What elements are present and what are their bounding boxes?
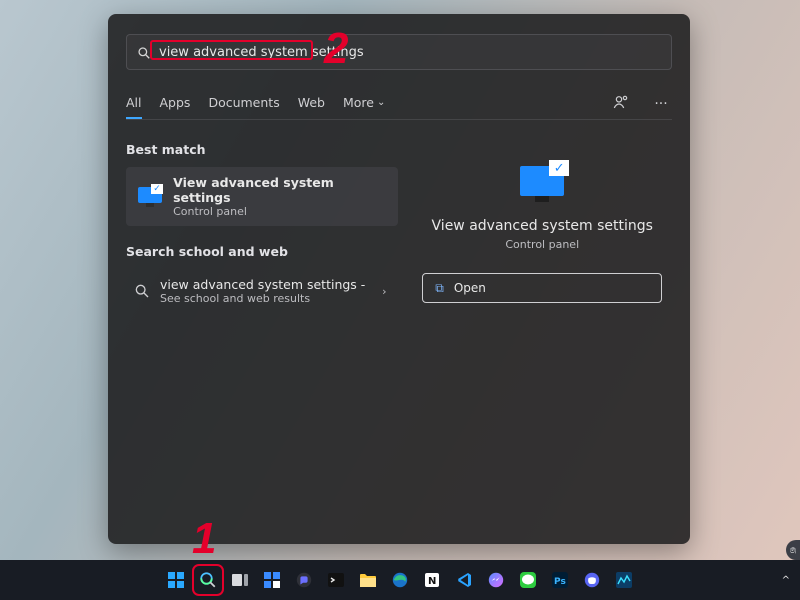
notion-icon[interactable]: N: [419, 567, 445, 593]
account-icon[interactable]: [610, 94, 632, 114]
search-web-label: Search school and web: [126, 244, 398, 259]
discord-sidebar-peek: ෧: [786, 540, 800, 560]
messenger-icon[interactable]: [483, 567, 509, 593]
start-icon[interactable]: [163, 567, 189, 593]
start-search-panel: All Apps Documents Web More ⌄ ··· Best m…: [108, 14, 690, 544]
tab-more-label: More: [343, 95, 374, 110]
system-tray[interactable]: ^: [782, 575, 790, 586]
best-match-subtitle: Control panel: [173, 205, 388, 218]
best-match-result[interactable]: ✓ View advanced system settings Control …: [126, 167, 398, 226]
search-icon: [137, 45, 151, 59]
taskbar: N Ps ^: [0, 560, 800, 600]
search-tabs: All Apps Documents Web More ⌄ ···: [126, 88, 672, 120]
tab-documents[interactable]: Documents: [208, 88, 279, 119]
file-explorer-icon[interactable]: [355, 567, 381, 593]
widgets-icon[interactable]: [259, 567, 285, 593]
search-taskbar-icon[interactable]: [195, 567, 221, 593]
search-input[interactable]: [159, 45, 661, 60]
chevron-right-icon: ›: [382, 285, 386, 298]
web-result-subtitle: See school and web results: [160, 292, 365, 305]
best-match-title: View advanced system settings: [173, 175, 388, 205]
taskbar-pins: N Ps: [163, 567, 637, 593]
search-icon: [134, 283, 150, 299]
terminal-icon[interactable]: [323, 567, 349, 593]
open-button[interactable]: ⧉ Open: [422, 273, 662, 303]
chevron-down-icon: ⌄: [377, 97, 385, 108]
monitor-app-icon[interactable]: [611, 567, 637, 593]
web-search-result[interactable]: view advanced system settings - See scho…: [126, 269, 398, 313]
more-options-icon[interactable]: ···: [650, 96, 672, 112]
web-result-title: view advanced system settings -: [160, 277, 365, 292]
preview-title: View advanced system settings: [432, 218, 653, 234]
results-column: Best match ✓ View advanced system settin…: [126, 136, 398, 544]
discord-icon[interactable]: [579, 567, 605, 593]
vscode-icon[interactable]: [451, 567, 477, 593]
tab-more[interactable]: More ⌄: [343, 88, 385, 119]
preview-column: ✓ View advanced system settings Control …: [412, 136, 672, 544]
svg-text:Ps: Ps: [554, 577, 566, 587]
system-settings-icon: ✓: [136, 185, 163, 209]
open-button-label: Open: [454, 281, 486, 295]
tab-all[interactable]: All: [126, 88, 142, 119]
tray-overflow-icon[interactable]: ^: [782, 575, 790, 586]
best-match-label: Best match: [126, 142, 398, 157]
open-external-icon: ⧉: [435, 281, 444, 296]
edge-icon[interactable]: [387, 567, 413, 593]
tab-web[interactable]: Web: [298, 88, 325, 119]
task-view-icon[interactable]: [227, 567, 253, 593]
search-bar[interactable]: [126, 34, 672, 70]
line-icon[interactable]: [515, 567, 541, 593]
system-settings-icon: ✓: [517, 160, 567, 204]
photoshop-icon[interactable]: Ps: [547, 567, 573, 593]
tab-apps[interactable]: Apps: [160, 88, 191, 119]
preview-subtitle: Control panel: [505, 238, 579, 251]
chat-icon[interactable]: [291, 567, 317, 593]
svg-text:N: N: [428, 576, 436, 587]
